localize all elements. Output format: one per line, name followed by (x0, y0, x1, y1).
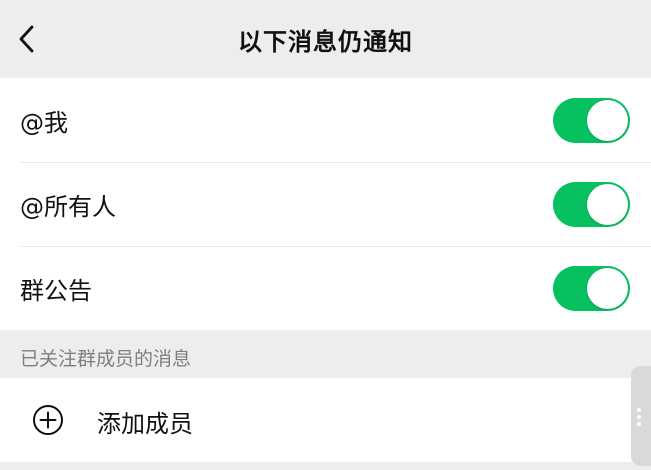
mention-me-toggle[interactable] (553, 98, 630, 143)
followed-members-section-header: 已关注群成员的消息 (0, 330, 651, 378)
setting-row-mention-all: @所有人 (0, 162, 651, 246)
setting-label: 群公告 (20, 276, 92, 305)
add-member-label: 添加成员 (97, 410, 193, 438)
mention-all-toggle[interactable] (553, 182, 630, 227)
floating-side-handle[interactable] (631, 366, 651, 466)
toggle-knob (587, 184, 628, 225)
group-announcement-toggle[interactable] (553, 266, 630, 311)
notification-settings-screen: 以下消息仍通知 @我 @所有人 群公告 已关注群成员的消息 添加成员 (0, 0, 651, 470)
setting-label: @所有人 (20, 192, 116, 221)
toggle-knob (587, 100, 628, 141)
more-vertical-icon (637, 408, 641, 426)
nav-header: 以下消息仍通知 (0, 0, 651, 78)
setting-label: @我 (20, 108, 68, 137)
add-member-button[interactable]: 添加成员 (0, 378, 651, 462)
setting-row-group-announcement: 群公告 (0, 246, 651, 330)
settings-list: @我 @所有人 群公告 (0, 78, 651, 330)
section-title: 已关注群成员的消息 (20, 348, 192, 370)
toggle-knob (587, 268, 628, 309)
plus-circle-icon (33, 405, 63, 435)
page-title: 以下消息仍通知 (238, 27, 413, 56)
setting-row-mention-me: @我 (0, 78, 651, 162)
